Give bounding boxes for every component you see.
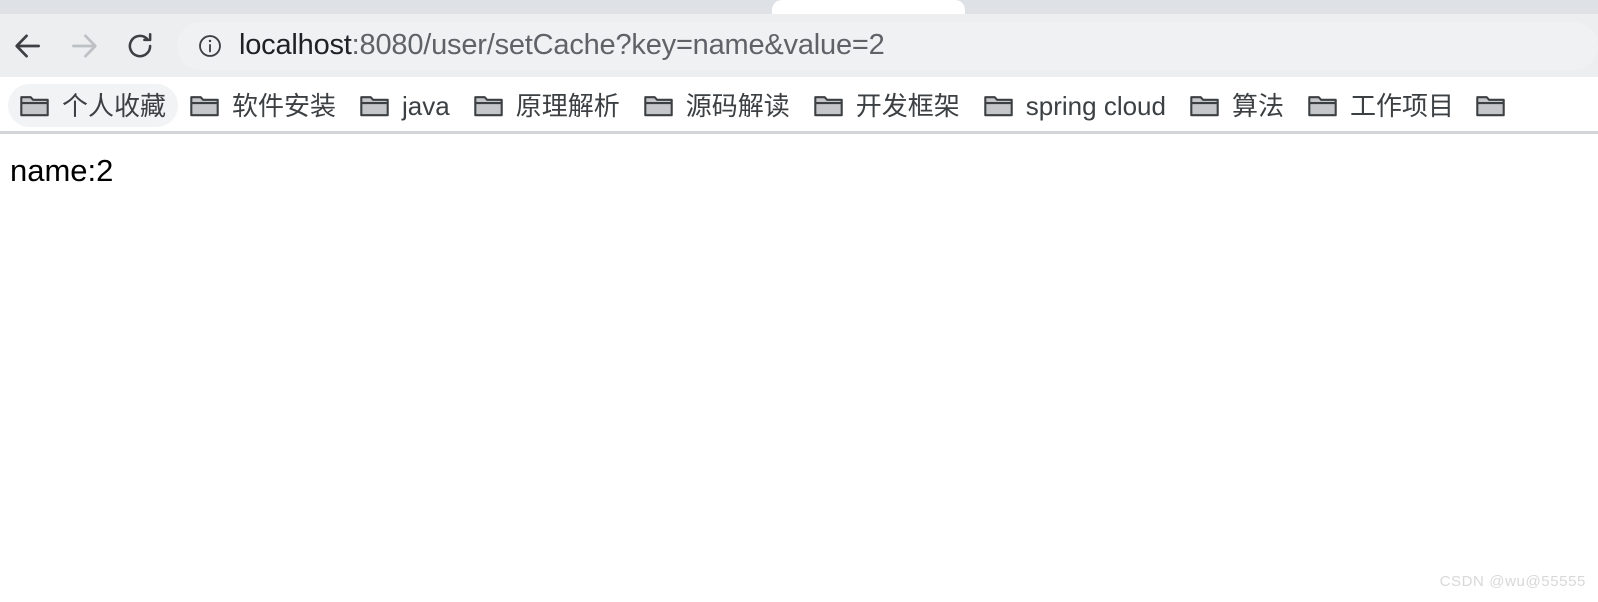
watermark: CSDN @wu@55555: [1439, 573, 1586, 590]
bookmark-item[interactable]: 原理解析: [462, 84, 632, 127]
folder-icon: [984, 93, 1013, 118]
back-arrow-icon: [11, 29, 45, 63]
bookmark-item[interactable]: java: [348, 84, 462, 127]
bookmark-label: 个人收藏: [62, 90, 167, 121]
browser-window: localhost:8080/user/setCache?key=name&va…: [0, 0, 1598, 602]
folder-icon: [190, 93, 219, 118]
bookmark-item[interactable]: 工作项目: [1296, 84, 1466, 127]
address-bar-url: localhost:8080/user/setCache?key=name&va…: [239, 31, 885, 60]
folder-icon: [814, 93, 843, 118]
folder-icon: [1190, 93, 1219, 118]
browser-toolbar: localhost:8080/user/setCache?key=name&va…: [0, 14, 1598, 77]
bookmarks-bar: 个人收藏 软件安装 java 原理解析 源码解读 开发框架 spring clo…: [0, 77, 1598, 134]
tab-left-curve: [757, 0, 773, 14]
bookmark-label: 工作项目: [1350, 90, 1455, 121]
forward-arrow-icon: [67, 29, 101, 63]
back-button[interactable]: [0, 18, 56, 74]
folder-icon: [1476, 93, 1505, 118]
bookmark-label: spring cloud: [1025, 90, 1166, 121]
forward-button[interactable]: [56, 18, 112, 74]
url-host: localhost: [239, 29, 352, 61]
folder-icon: [473, 93, 503, 118]
page-body-text: name:2: [10, 153, 114, 188]
bookmark-item[interactable]: [1466, 84, 1515, 127]
folder-icon: [644, 93, 673, 118]
bookmark-item[interactable]: 开发框架: [802, 84, 972, 127]
folder-icon: [1308, 93, 1337, 118]
bookmark-label: 算法: [1231, 90, 1284, 121]
info-circle-icon[interactable]: [197, 33, 223, 59]
tab-right-curve: [964, 0, 980, 14]
page-content: name:2 CSDN @wu@55555: [0, 134, 1598, 602]
bookmark-label: 软件安装: [232, 90, 337, 121]
bookmark-item[interactable]: 算法: [1178, 84, 1296, 127]
reload-button[interactable]: [112, 18, 168, 74]
bookmark-item[interactable]: 软件安装: [178, 84, 348, 127]
active-tab[interactable]: [772, 0, 965, 14]
tab-strip: [0, 0, 1598, 14]
folder-icon: [20, 93, 49, 118]
bookmark-item[interactable]: 源码解读: [632, 84, 802, 127]
folder-icon: [360, 93, 389, 118]
bookmark-label: 源码解读: [685, 90, 790, 121]
bookmark-item[interactable]: 个人收藏: [8, 84, 179, 127]
address-bar[interactable]: localhost:8080/user/setCache?key=name&va…: [177, 21, 1598, 70]
bookmark-label: java: [402, 90, 450, 121]
url-path: :8080/user/setCache?key=name&value=2: [351, 29, 885, 61]
bookmark-label: 原理解析: [515, 90, 620, 121]
reload-icon: [124, 30, 156, 62]
bookmark-label: 开发框架: [855, 90, 960, 121]
bookmark-item[interactable]: spring cloud: [972, 84, 1178, 127]
